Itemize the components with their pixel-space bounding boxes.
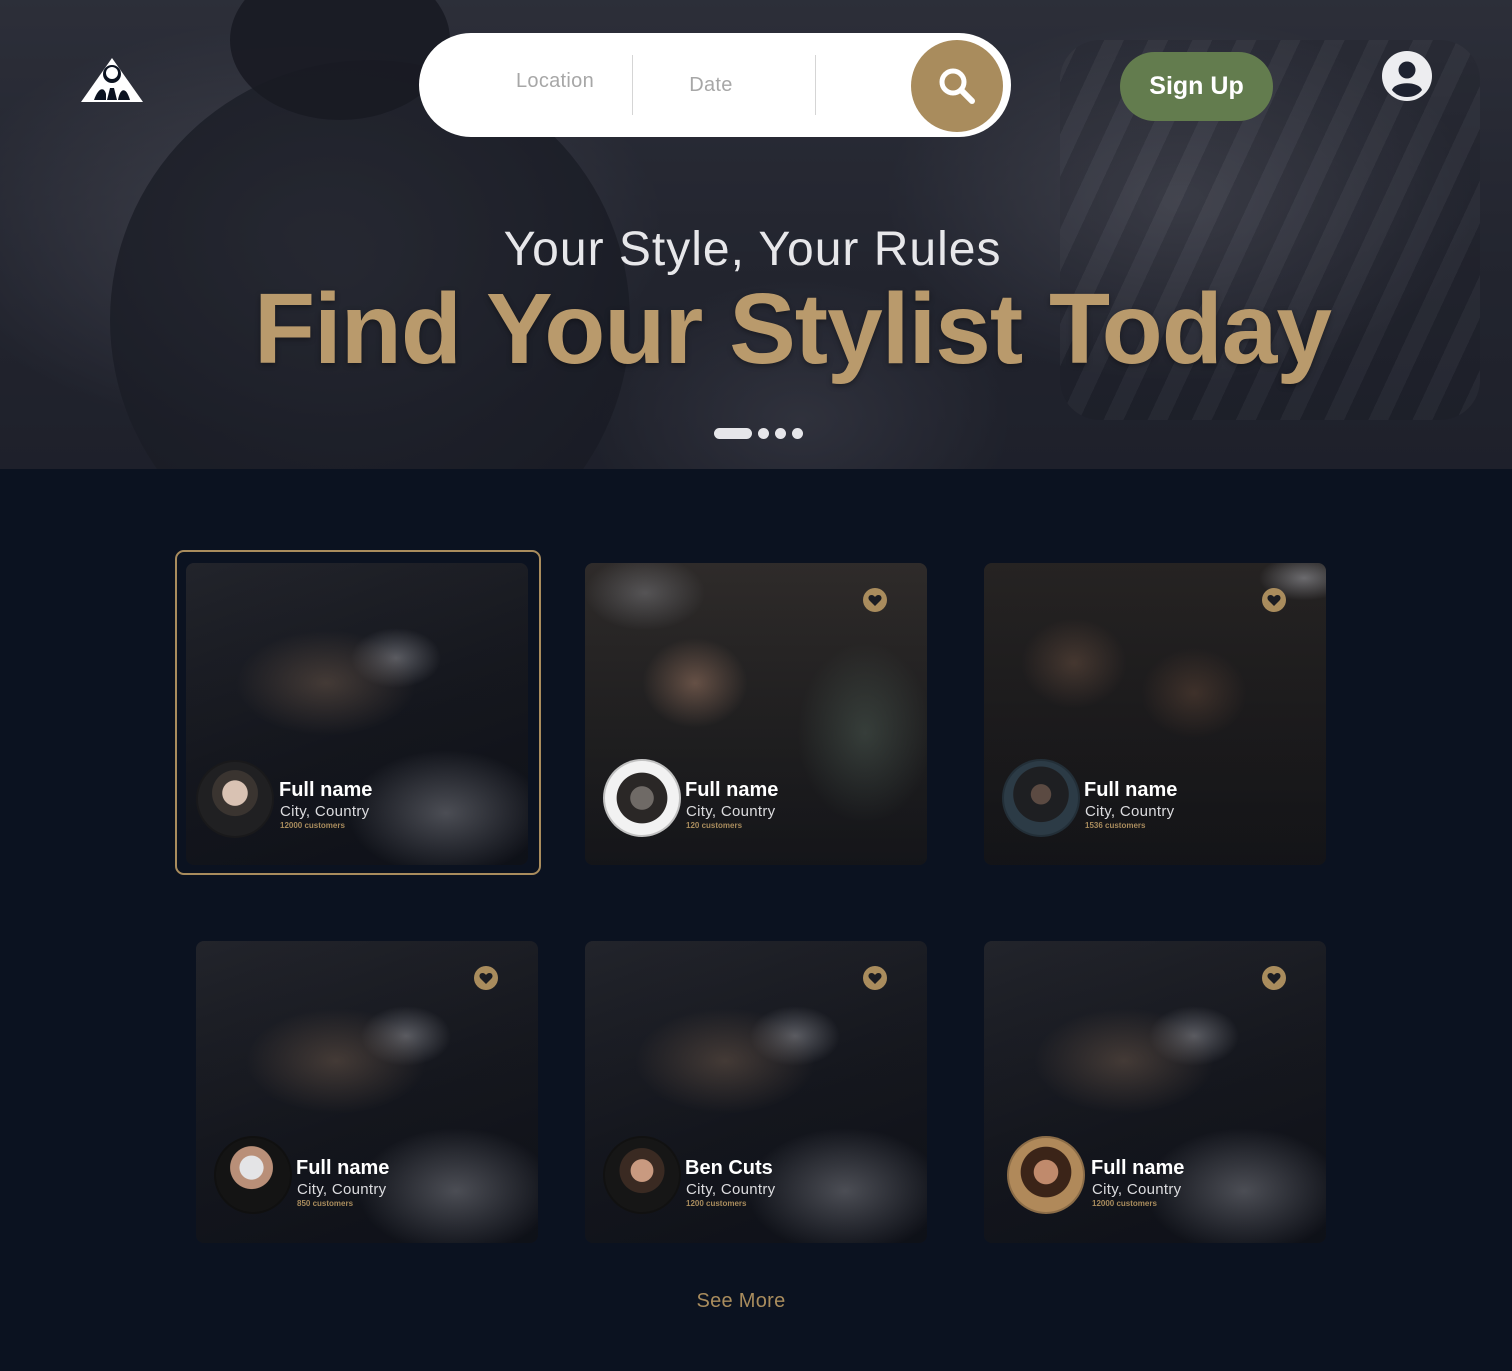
- stylist-name: Full name: [685, 779, 779, 801]
- avatar: [214, 1136, 292, 1214]
- stylist-card[interactable]: Full name City, Country 1536 customers: [984, 563, 1326, 865]
- carousel-indicator: [714, 427, 803, 439]
- customer-count: 12000 customers: [1092, 1199, 1157, 1208]
- avatar: [196, 760, 274, 838]
- hero-subtitle: Your Style, Your Rules: [503, 223, 1002, 276]
- avatar: [603, 1136, 681, 1214]
- stylist-name: Full name: [1084, 779, 1178, 801]
- date-field[interactable]: Date: [651, 33, 771, 137]
- search-button[interactable]: [911, 40, 1003, 132]
- heart-icon[interactable]: [1262, 966, 1286, 990]
- stylist-card[interactable]: Full name City, Country 12000 customers: [186, 563, 528, 865]
- carousel-dot[interactable]: [775, 427, 786, 439]
- stylist-name: Full name: [1091, 1157, 1185, 1179]
- search-icon: [939, 68, 975, 104]
- avatar: [603, 759, 681, 837]
- customer-count: 120 customers: [686, 821, 743, 830]
- stylist-location: City, Country: [686, 803, 776, 820]
- stylist-card[interactable]: Ben Cuts City, Country 1200 customers: [585, 941, 927, 1243]
- carousel-dot[interactable]: [792, 427, 803, 439]
- avatar: [1007, 1136, 1085, 1214]
- search-divider: [632, 55, 633, 115]
- location-placeholder: Location: [515, 69, 594, 92]
- stylist-location: City, Country: [280, 803, 370, 820]
- search-divider: [815, 55, 816, 115]
- heart-icon[interactable]: [1262, 588, 1286, 612]
- heart-icon[interactable]: [863, 588, 887, 612]
- stylist-name: Full name: [296, 1157, 390, 1179]
- hero-title: Find Your Stylist Today: [253, 273, 1332, 385]
- stylist-name: Full name: [279, 779, 373, 801]
- stylist-location: City, Country: [1085, 803, 1175, 820]
- avatar: [1002, 759, 1080, 837]
- stylist-card[interactable]: Full name City, Country 850 customers: [196, 941, 538, 1243]
- stylist-location: City, Country: [297, 1181, 387, 1198]
- hero-banner: Location Date Sign Up Your Style, Your R…: [0, 0, 1512, 469]
- sign-up-button[interactable]: Sign Up: [1120, 52, 1273, 121]
- carousel-dot[interactable]: [758, 427, 769, 439]
- customer-count: 1200 customers: [686, 1199, 747, 1208]
- search-bar: Location Date: [419, 33, 1011, 137]
- location-field[interactable]: Location: [489, 29, 621, 133]
- stylist-location: City, Country: [1092, 1181, 1182, 1198]
- see-more-link[interactable]: See More: [660, 1290, 822, 1313]
- date-placeholder: Date: [689, 73, 733, 96]
- carousel-dot-active[interactable]: [714, 427, 752, 439]
- stylist-name: Ben Cuts: [685, 1157, 773, 1179]
- stylist-card[interactable]: Full name City, Country 12000 customers: [984, 941, 1326, 1243]
- hair-salon-logo-icon[interactable]: [80, 56, 144, 104]
- stylist-card[interactable]: Full name City, Country 120 customers: [585, 563, 927, 865]
- heart-icon[interactable]: [474, 966, 498, 990]
- customer-count: 850 customers: [297, 1199, 354, 1208]
- customer-count: 1536 customers: [1085, 821, 1146, 830]
- customer-count: 12000 customers: [280, 821, 345, 830]
- stylist-location: City, Country: [686, 1181, 776, 1198]
- user-account-icon[interactable]: [1382, 51, 1432, 101]
- heart-icon[interactable]: [863, 966, 887, 990]
